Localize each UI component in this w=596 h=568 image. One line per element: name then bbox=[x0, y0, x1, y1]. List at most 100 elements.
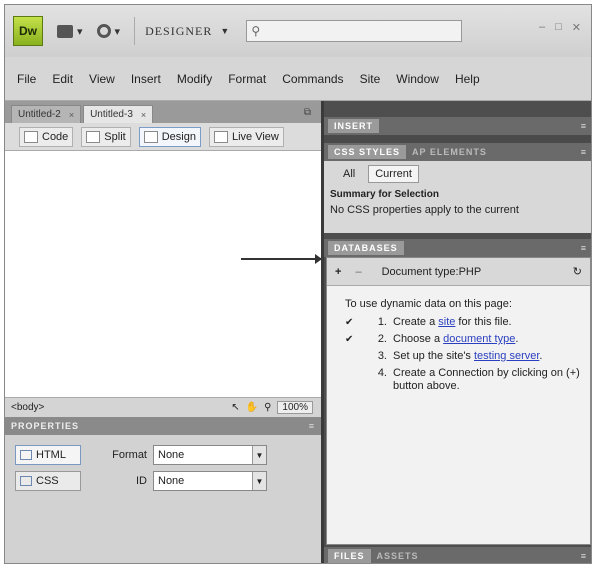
dreamweaver-window: Dw ▾ ▾ DESIGNER ▼ ⚲ – □ ✕ File Edit View… bbox=[4, 4, 592, 564]
step-text: Create a Connection by clicking on (+) b… bbox=[393, 367, 580, 392]
properties-title: PROPERTIES bbox=[11, 421, 80, 431]
panel-menu-icon[interactable]: ≡ bbox=[581, 121, 587, 131]
select-tool-icon[interactable]: ↖ bbox=[231, 402, 239, 413]
menu-bar: File Edit View Insert Modify Format Comm… bbox=[5, 57, 591, 101]
properties-row-1: HTML Format None ▼ bbox=[15, 445, 267, 465]
testing-server-link[interactable]: testing server bbox=[474, 350, 539, 362]
menu-modify[interactable]: Modify bbox=[177, 72, 212, 86]
menu-file[interactable]: File bbox=[17, 72, 36, 86]
css-styles-panel: All Current Summary for Selection No CSS… bbox=[324, 161, 591, 233]
add-connection-button[interactable]: + bbox=[335, 266, 341, 278]
split-view-button[interactable]: Split bbox=[81, 126, 131, 147]
remove-connection-button[interactable]: – bbox=[355, 266, 361, 278]
restore-icon[interactable]: ⧉ bbox=[304, 107, 311, 118]
menu-edit[interactable]: Edit bbox=[52, 72, 73, 86]
refresh-icon[interactable]: ↻ bbox=[573, 265, 582, 278]
css-tab[interactable]: CSS bbox=[15, 471, 81, 491]
window-controls: – □ ✕ bbox=[539, 21, 581, 34]
panel-menu-icon[interactable]: ≡ bbox=[309, 421, 315, 431]
panel-column: INSERT ≡ CSS STYLES AP ELEMENTS ≡ All Cu… bbox=[321, 101, 591, 563]
step-post: . bbox=[515, 333, 519, 345]
css-styles-tab[interactable]: CSS STYLES bbox=[328, 145, 407, 159]
format-value: None bbox=[158, 449, 185, 461]
document-toolbar: Code Split Design Live View bbox=[5, 123, 321, 151]
pointer-arrow bbox=[241, 254, 322, 264]
code-view-button[interactable]: Code bbox=[19, 126, 74, 147]
menu-format[interactable]: Format bbox=[228, 72, 266, 86]
layout-menu-button[interactable]: ▾ bbox=[57, 24, 83, 38]
tag-selector[interactable]: <body> bbox=[11, 402, 44, 413]
site-link[interactable]: site bbox=[438, 316, 455, 328]
panel-menu-icon[interactable]: ≡ bbox=[581, 551, 587, 561]
panel-menu-icon[interactable]: ≡ bbox=[581, 147, 587, 157]
databases-tab[interactable]: DATABASES bbox=[328, 241, 404, 255]
step-text: Choose a document type. bbox=[393, 333, 583, 346]
document-type-link[interactable]: document type bbox=[443, 333, 515, 345]
insert-panel-header[interactable]: INSERT ≡ bbox=[324, 117, 591, 135]
step-pre: Choose a bbox=[393, 333, 444, 345]
step-number: 2. bbox=[377, 333, 387, 345]
tab-untitled-2[interactable]: Untitled-2 × bbox=[11, 105, 82, 123]
menu-insert[interactable]: Insert bbox=[131, 72, 161, 86]
document-area: Untitled-2 × Untitled-3 × ⧉ Code Split D… bbox=[5, 101, 322, 563]
list-item: ✔ 2. Choose a document type. bbox=[345, 333, 590, 346]
live-view-icon bbox=[213, 130, 228, 143]
ap-elements-tab[interactable]: AP ELEMENTS bbox=[406, 145, 493, 159]
zoom-tool-icon[interactable]: ⚲ bbox=[264, 402, 271, 413]
checkmark-icon bbox=[345, 367, 367, 393]
menu-commands[interactable]: Commands bbox=[282, 72, 343, 86]
chevron-down-icon: ▼ bbox=[220, 26, 231, 36]
zoom-select[interactable]: 100% bbox=[277, 401, 313, 414]
properties-row-2: CSS ID None ▼ bbox=[15, 471, 267, 491]
assets-tab[interactable]: ASSETS bbox=[371, 549, 425, 563]
close-icon[interactable]: × bbox=[69, 110, 74, 120]
files-panel-header: FILES ASSETS ≡ bbox=[324, 547, 591, 563]
close-icon[interactable]: × bbox=[141, 110, 146, 120]
hand-tool-icon[interactable]: ✋ bbox=[246, 402, 258, 413]
design-view-button[interactable]: Design bbox=[138, 126, 201, 147]
databases-instructions: To use dynamic data on this page: ✔ 1. C… bbox=[327, 286, 590, 393]
panel-divider bbox=[324, 135, 591, 143]
menu-view[interactable]: View bbox=[89, 72, 115, 86]
menu-window[interactable]: Window bbox=[396, 72, 439, 86]
step-number: 4. bbox=[377, 367, 387, 379]
tab-untitled-3[interactable]: Untitled-3 × bbox=[83, 105, 154, 123]
html-tab[interactable]: HTML bbox=[15, 445, 81, 465]
files-tab[interactable]: FILES bbox=[328, 549, 371, 563]
chevron-down-icon: ▼ bbox=[252, 446, 266, 464]
current-button[interactable]: Current bbox=[368, 165, 419, 183]
live-view-label: Live View bbox=[231, 130, 279, 143]
id-label: ID bbox=[136, 475, 147, 487]
status-bar: <body> ↖ ✋ ⚲ 100% bbox=[5, 397, 321, 417]
all-button[interactable]: All bbox=[336, 165, 362, 183]
id-select[interactable]: None ▼ bbox=[153, 471, 267, 491]
format-select[interactable]: None ▼ bbox=[153, 445, 267, 465]
app-logo: Dw bbox=[13, 16, 43, 46]
minimize-icon[interactable]: – bbox=[539, 21, 545, 34]
step-post: . bbox=[539, 350, 543, 362]
format-label: Format bbox=[112, 449, 147, 461]
insert-tab[interactable]: INSERT bbox=[328, 119, 380, 133]
code-icon bbox=[24, 130, 38, 143]
instructions-intro: To use dynamic data on this page: bbox=[345, 298, 512, 310]
toolbar-divider bbox=[134, 17, 136, 45]
panel-menu-icon[interactable]: ≡ bbox=[581, 243, 587, 253]
document-tabs: Untitled-2 × Untitled-3 × ⧉ bbox=[5, 101, 321, 123]
workspace-switcher[interactable]: DESIGNER ▼ bbox=[145, 24, 230, 39]
menu-help[interactable]: Help bbox=[455, 72, 480, 86]
extend-menu-button[interactable]: ▾ bbox=[96, 24, 120, 38]
search-input[interactable]: ⚲ bbox=[246, 20, 463, 42]
maximize-icon[interactable]: □ bbox=[555, 21, 562, 34]
step-number: 3. bbox=[377, 350, 387, 362]
split-icon bbox=[86, 130, 101, 143]
design-view-canvas[interactable] bbox=[5, 151, 322, 397]
close-icon[interactable]: ✕ bbox=[572, 21, 581, 34]
menu-site[interactable]: Site bbox=[360, 72, 381, 86]
css-panel-header: CSS STYLES AP ELEMENTS ≡ bbox=[324, 143, 591, 161]
databases-panel: + – Document type:PHP ↻ To use dynamic d… bbox=[326, 257, 591, 545]
step-text: Create a site for this file. bbox=[393, 316, 583, 329]
list-item: 4. Create a Connection by clicking on (+… bbox=[345, 367, 590, 393]
live-view-button[interactable]: Live View bbox=[208, 126, 284, 147]
summary-heading: Summary for Selection bbox=[330, 189, 439, 200]
step-text: Set up the site's testing server. bbox=[393, 350, 583, 363]
